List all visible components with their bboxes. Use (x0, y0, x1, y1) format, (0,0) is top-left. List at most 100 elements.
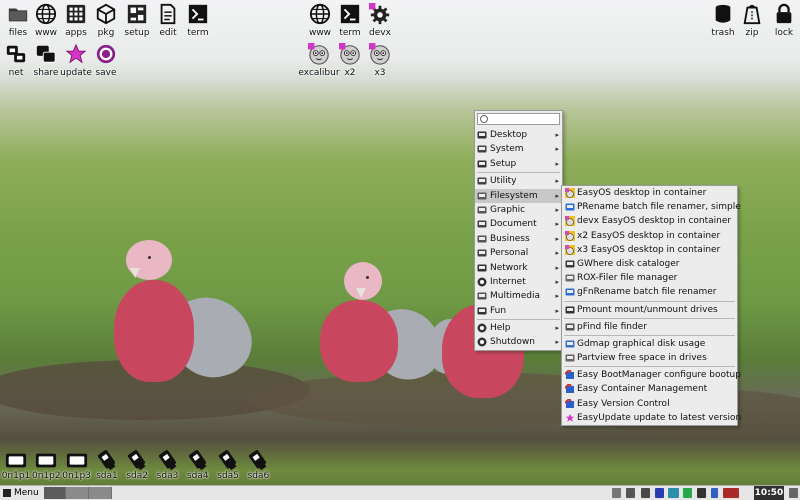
menu-separator (564, 366, 735, 368)
menu-item-network[interactable]: Network ▸ (475, 261, 562, 275)
menu-item-label: Utility (490, 176, 517, 187)
menu-separator (564, 317, 735, 319)
menu-item-utility[interactable]: Utility ▸ (475, 174, 562, 188)
menu-separator (564, 334, 735, 336)
setup-icon (125, 3, 149, 27)
volume-icon[interactable] (612, 488, 621, 498)
temperature-icon[interactable] (668, 488, 679, 498)
clock[interactable]: 10:50 (754, 486, 784, 500)
submenu-item-label: Easy Container Management (577, 384, 708, 395)
menu-item-graphic[interactable]: Graphic ▸ (475, 203, 562, 217)
menu-search-input[interactable] (477, 113, 560, 125)
cpu-icon[interactable] (697, 488, 706, 498)
menu-item-personal[interactable]: Personal ▸ (475, 246, 562, 260)
drive-icon-sda2[interactable]: sda2 (122, 449, 152, 481)
filesystem-menu-item[interactable]: gFnRename batch file renamer (562, 285, 737, 299)
network-tray-icon[interactable] (683, 488, 692, 498)
menu-item-label: Document (490, 219, 537, 230)
drive-icon-0n1p2[interactable]: 0n1p2 (31, 449, 61, 481)
filesystem-menu-item[interactable]: Easy Version Control (562, 397, 737, 411)
submenu-item-label: devx EasyOS desktop in container (577, 216, 732, 227)
drive-icon-0n1p3[interactable]: 0n1p3 (62, 449, 92, 481)
drive-label: sda6 (247, 471, 270, 481)
filesystem-menu-item[interactable]: x3 EasyOS desktop in container (562, 243, 737, 257)
drive-icon-sda1[interactable]: sda1 (92, 449, 122, 481)
filesystem-menu-item[interactable]: devx EasyOS desktop in container (562, 214, 737, 228)
globe-icon (308, 3, 332, 27)
container-face-icon (565, 216, 575, 227)
rename-icon (565, 202, 575, 212)
menu-button[interactable]: Menu (1, 486, 43, 500)
filesystem-menu-item[interactable]: pFind file finder (562, 320, 737, 334)
show-desktop-icon[interactable] (789, 488, 798, 498)
menu-item-filesystem[interactable]: Filesystem ▸ (475, 188, 562, 203)
clipboard-icon[interactable] (641, 488, 650, 498)
save-tray-icon[interactable] (655, 488, 664, 498)
menu-item-label: Network (490, 262, 528, 273)
desktop-icon-lock[interactable]: lock (765, 3, 800, 38)
menu-item-document[interactable]: Document ▸ (475, 217, 562, 231)
galah-bird (112, 238, 262, 389)
personal-icon (477, 248, 487, 258)
submenu-item-label: Partview free space in drives (577, 353, 707, 364)
workspace-3[interactable] (89, 487, 112, 499)
usb-drive-icon (216, 449, 240, 471)
drive-label: sda4 (186, 471, 209, 481)
menu-item-label: Business (490, 233, 530, 244)
menu-separator (564, 300, 735, 302)
filesystem-menu-item[interactable]: EasyUpdate update to latest version (562, 411, 741, 425)
rox-icon (565, 273, 575, 283)
menu-item-help[interactable]: Help ▸ (475, 321, 562, 335)
filesystem-menu-item[interactable]: x2 EasyOS desktop in container (562, 229, 737, 243)
submenu-arrow-icon: ▸ (555, 324, 559, 333)
submenu-arrow-icon: ▸ (555, 191, 559, 200)
puzzle-icon (477, 306, 487, 316)
menu-separator (477, 172, 560, 174)
desktop-icon-x3[interactable]: x3 (361, 43, 399, 78)
filesystem-menu-item[interactable]: Easy Container Management (562, 382, 737, 396)
drive-icon-sda4[interactable]: sda4 (183, 449, 213, 481)
lock-tray-icon[interactable] (626, 488, 635, 498)
submenu-arrow-icon: ▸ (555, 277, 559, 286)
battery-icon[interactable] (723, 488, 739, 498)
menu-item-label: Multimedia (490, 291, 541, 302)
drive-label: 0n1p2 (31, 471, 61, 481)
workspace-1[interactable] (44, 487, 66, 499)
submenu-arrow-icon: ▸ (555, 145, 559, 154)
filesystem-menu-item[interactable]: GWhere disk cataloger (562, 257, 737, 271)
menu-item-shutdown[interactable]: Shutdown ▸ (475, 335, 562, 349)
menu-item-internet[interactable]: Internet ▸ (475, 275, 562, 289)
container-face-icon (565, 188, 575, 198)
drive-icon (565, 305, 575, 315)
filesystem-menu-item[interactable]: Partview free space in drives (562, 351, 737, 365)
workspace-2[interactable] (66, 487, 89, 499)
document-icon (477, 219, 487, 229)
menu-item-desktop[interactable]: Desktop ▸ (475, 128, 562, 142)
desktop-icon-label: save (95, 68, 117, 78)
drive-icon-sda3[interactable]: sda3 (153, 449, 183, 481)
filesystem-menu-item[interactable]: Pmount mount/unmount drives (562, 303, 737, 317)
bluetooth-icon[interactable] (711, 488, 718, 498)
menu-item-fun[interactable]: Fun ▸ (475, 304, 562, 318)
submenu-arrow-icon: ▸ (555, 234, 559, 243)
menu-item-system[interactable]: System ▸ (475, 142, 562, 156)
filesystem-menu-item[interactable]: EasyOS desktop in container (562, 186, 737, 200)
desktop-icon-term[interactable]: term (179, 3, 217, 38)
menu-item-business[interactable]: Business ▸ (475, 232, 562, 246)
menu-item-setup[interactable]: Setup ▸ (475, 157, 562, 171)
drive-icon-sda5[interactable]: sda5 (213, 449, 243, 481)
package-box-icon (94, 3, 118, 27)
filesystem-menu-item[interactable]: Gdmap graphical disk usage (562, 337, 737, 351)
document-icon (156, 3, 180, 27)
filesystem-menu-item[interactable]: PRename batch file renamer, simple (562, 200, 741, 214)
desktop-icon-save[interactable]: save (87, 43, 125, 78)
menu-item-multimedia[interactable]: Multimedia ▸ (475, 289, 562, 303)
boot-icon (564, 397, 575, 409)
submenu-item-label: Gdmap graphical disk usage (577, 338, 706, 349)
drive-icon-0n1p1[interactable]: 0n1p1 (1, 449, 31, 481)
drive-icon-sda6[interactable]: sda6 (243, 449, 273, 481)
submenu-arrow-icon: ▸ (555, 249, 559, 258)
filesystem-menu-item[interactable]: ROX-Filer file manager (562, 271, 737, 285)
filesystem-menu-item[interactable]: Easy BootManager configure bootup (562, 368, 741, 382)
desktop-icon-devx[interactable]: devx (361, 3, 399, 38)
